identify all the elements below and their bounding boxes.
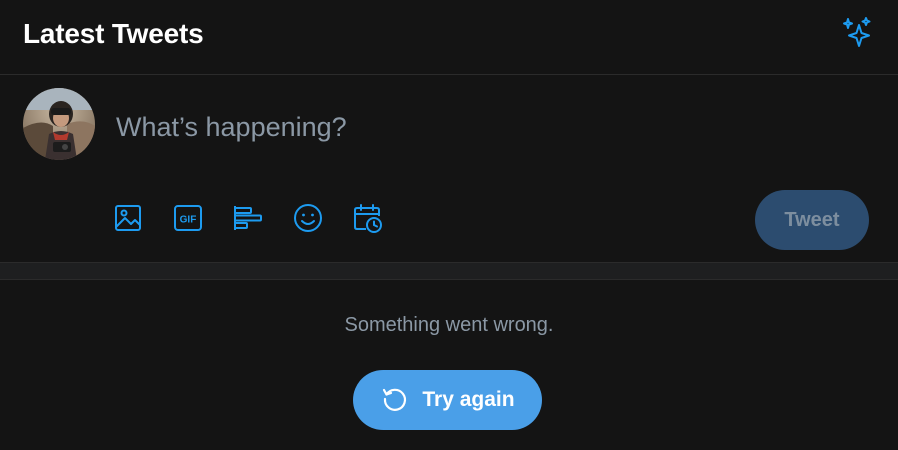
poll-button[interactable] [228, 200, 268, 240]
sparkle-button[interactable] [836, 14, 878, 56]
page-title: Latest Tweets [23, 18, 204, 49]
refresh-icon [380, 384, 410, 417]
tweet-button[interactable]: Tweet [755, 190, 869, 250]
schedule-icon [352, 202, 384, 239]
latest-tweets-app: Latest Tweets What’s happening? GIF Twee… [0, 0, 898, 450]
section-divider [0, 262, 898, 280]
error-message: Something went wrong. [344, 314, 554, 336]
compose-input[interactable] [116, 106, 856, 148]
avatar[interactable] [23, 88, 95, 160]
try-again-label: Try again [422, 388, 515, 411]
media-button[interactable] [108, 200, 148, 240]
image-icon [113, 203, 143, 238]
tweet-composer: GIF [0, 76, 898, 262]
emoji-button[interactable] [288, 200, 328, 240]
svg-text:GIF: GIF [180, 214, 197, 225]
try-again-button[interactable]: Try again [353, 370, 542, 430]
header: Latest Tweets [0, 0, 898, 75]
gif-icon: GIF [173, 203, 203, 238]
poll-icon [232, 203, 264, 238]
schedule-button[interactable] [348, 200, 388, 240]
composer-toolbar: GIF [108, 200, 408, 240]
gif-button[interactable]: GIF [168, 200, 208, 240]
emoji-icon [292, 202, 324, 239]
sparkle-icon [840, 16, 874, 55]
